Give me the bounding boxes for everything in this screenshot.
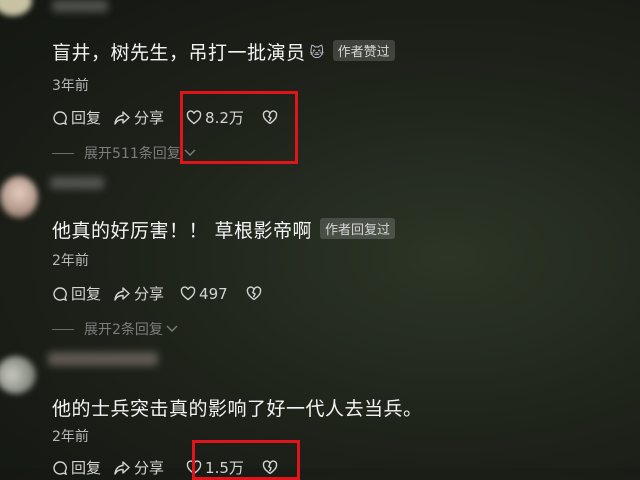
comment-time-3: 2年前 xyxy=(52,429,89,445)
comment-actions-2: 回复 分享 497 xyxy=(52,283,277,304)
chevron-down-icon xyxy=(166,325,178,332)
comment-text-3: 他的士兵突击真的影响了好一代人去当兵。 xyxy=(52,398,423,420)
divider xyxy=(52,152,74,154)
comment-time-1: 3年前 xyxy=(52,78,89,94)
cat-emoji-icon: 🐱 xyxy=(309,45,325,61)
reply-button[interactable]: 回复 xyxy=(52,283,101,304)
author-liked-badge: 作者赞过 xyxy=(332,40,395,61)
reply-button[interactable]: 回复 xyxy=(52,107,101,128)
share-button[interactable]: 分享 xyxy=(113,283,164,304)
expand-replies-1[interactable]: 展开511条回复 xyxy=(52,143,196,163)
avatar-1[interactable] xyxy=(0,0,32,16)
reply-bubble-icon xyxy=(53,110,68,125)
heart-icon xyxy=(180,286,196,301)
divider xyxy=(52,328,74,330)
like-count: 497 xyxy=(199,284,228,303)
share-arrow-icon xyxy=(114,286,130,301)
avatar-2[interactable] xyxy=(0,176,38,218)
username-1[interactable] xyxy=(52,0,108,12)
comment-time-2: 2年前 xyxy=(52,253,89,269)
username-3[interactable] xyxy=(48,352,158,366)
reply-bubble-icon xyxy=(53,286,68,301)
like-button[interactable]: 497 xyxy=(180,285,228,303)
dislike-button[interactable] xyxy=(246,286,265,301)
comment-text-1: 盲井，树先生，吊打一批演员 🐱 作者赞过 xyxy=(52,38,395,65)
highlight-box-1 xyxy=(180,91,298,164)
highlight-box-2 xyxy=(192,440,300,480)
author-replied-badge: 作者回复过 xyxy=(320,218,396,239)
expand-replies-2[interactable]: 展开2条回复 xyxy=(52,319,178,339)
avatar-3[interactable] xyxy=(0,356,36,394)
share-button[interactable]: 分享 xyxy=(113,107,164,128)
comment-text-2: 他真的好厉害！！ 草根影帝啊 作者回复过 xyxy=(52,216,396,243)
broken-heart-icon xyxy=(246,286,261,301)
share-arrow-icon xyxy=(114,110,130,125)
username-2[interactable] xyxy=(50,177,104,189)
